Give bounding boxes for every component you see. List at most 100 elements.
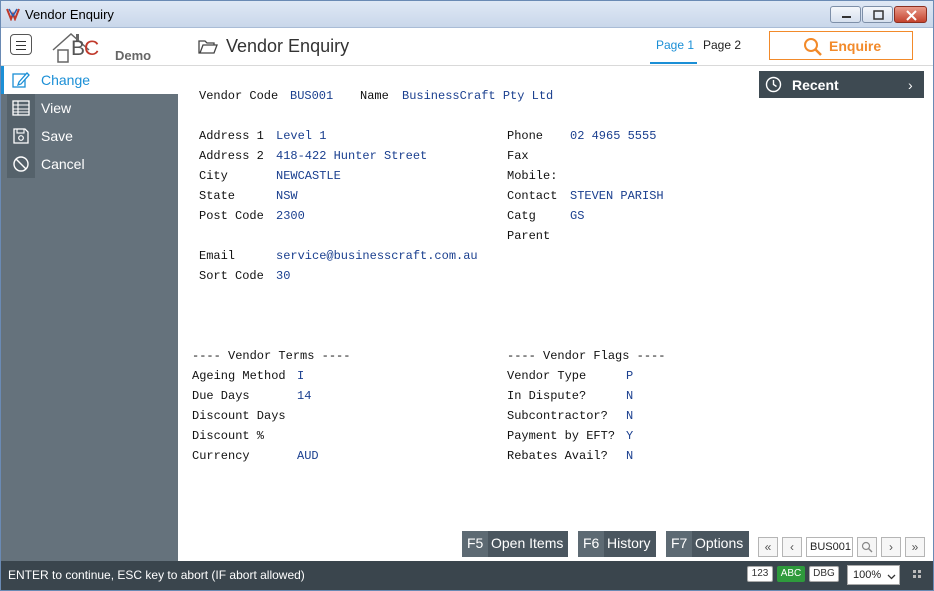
city-label: City xyxy=(199,169,228,183)
payment-eft-value: Y xyxy=(626,429,634,443)
text-mode-indicator[interactable]: ABC xyxy=(777,566,805,582)
address1-label: Address 1 xyxy=(199,129,264,143)
record-code-field[interactable]: BUS001 xyxy=(806,537,853,557)
debug-indicator[interactable]: DBG xyxy=(809,566,839,582)
app-logo-icon xyxy=(6,8,20,21)
clock-icon xyxy=(765,76,782,93)
maximize-button[interactable] xyxy=(862,6,893,23)
recent-label: Recent xyxy=(792,77,839,93)
floppy-icon xyxy=(13,128,29,144)
active-tab-indicator xyxy=(650,62,697,64)
numeric-mode-indicator[interactable]: 123 xyxy=(747,566,773,582)
hamburger-menu-button[interactable] xyxy=(10,34,32,55)
recent-panel-toggle[interactable]: Recent › xyxy=(759,71,924,98)
currency-value: AUD xyxy=(297,449,319,463)
zoom-select[interactable]: 100% xyxy=(847,565,900,585)
vendor-type-label: Vendor Type xyxy=(507,369,587,383)
state-label: State xyxy=(199,189,236,203)
enquire-button[interactable]: Enquire xyxy=(769,31,913,60)
close-icon xyxy=(906,10,917,21)
city-value: NEWCASTLE xyxy=(276,169,341,183)
ageing-method-label: Ageing Method xyxy=(192,369,286,383)
minimize-icon xyxy=(842,16,851,18)
catg-label: Catg xyxy=(507,209,536,223)
function-key-label: F7 xyxy=(666,531,693,557)
rebates-avail-value: N xyxy=(626,449,634,463)
state-value: NSW xyxy=(276,189,298,203)
sidebar-item-label: Change xyxy=(41,72,91,88)
email-label: Email xyxy=(199,249,236,263)
subcontractor-label: Subcontractor? xyxy=(507,409,608,423)
folder-open-icon xyxy=(198,40,218,54)
search-icon xyxy=(804,38,822,56)
resize-grip-icon[interactable] xyxy=(912,569,922,579)
due-days-label: Due Days xyxy=(192,389,250,403)
vendor-enquiry-window: Vendor Enquiry BC Demo Vendor Enquiry Pa… xyxy=(0,0,934,591)
sidebar-item-save[interactable]: Save xyxy=(1,122,178,150)
vendor-terms-heading: ---- Vendor Terms ---- xyxy=(192,349,351,363)
catg-value: GS xyxy=(570,209,585,223)
enquire-label: Enquire xyxy=(829,38,882,54)
postcode-label: Post Code xyxy=(199,209,264,223)
fax-label: Fax xyxy=(507,149,529,163)
phone-label: Phone xyxy=(507,129,544,143)
logo-text: BC xyxy=(71,37,99,60)
status-message: ENTER to continue, ESC key to abort (IF … xyxy=(8,568,305,582)
sortcode-label: Sort Code xyxy=(199,269,264,283)
history-button[interactable]: F6 History xyxy=(578,531,656,557)
in-dispute-label: In Dispute? xyxy=(507,389,587,403)
function-key-label: F6 xyxy=(578,531,605,557)
sidebar-item-change[interactable]: Change xyxy=(1,66,178,94)
demo-label: Demo xyxy=(115,48,152,63)
vendor-type-value: P xyxy=(626,369,634,383)
minimize-button[interactable] xyxy=(830,6,861,23)
tab-page-2[interactable]: Page 2 xyxy=(703,38,741,52)
mobile-label: Mobile: xyxy=(507,169,558,183)
close-button[interactable] xyxy=(894,6,927,23)
sidebar-item-label: View xyxy=(41,100,72,116)
contact-value: STEVEN PARISH xyxy=(570,189,664,203)
email-value: service@businesscraft.com.au xyxy=(276,249,478,263)
parent-label: Parent xyxy=(507,229,551,243)
sidebar-item-cancel[interactable]: Cancel xyxy=(1,150,178,178)
contact-label: Contact xyxy=(507,189,558,203)
vendor-code-label: Vendor Code xyxy=(199,89,279,103)
vendor-code-value: BUS001 xyxy=(290,89,334,103)
sidebar-item-label: Cancel xyxy=(41,156,85,172)
currency-label: Currency xyxy=(192,449,250,463)
options-button[interactable]: F7 Options xyxy=(666,531,749,557)
window-title: Vendor Enquiry xyxy=(25,7,114,22)
address1-value: Level 1 xyxy=(276,129,327,143)
function-label: History xyxy=(607,535,651,551)
app-header: BC Demo Vendor Enquiry Page 1 Page 2 Enq… xyxy=(1,28,933,66)
maximize-icon xyxy=(873,10,884,20)
due-days-value: 14 xyxy=(297,389,312,403)
status-bar: ENTER to continue, ESC key to abort (IF … xyxy=(1,561,933,590)
table-icon xyxy=(12,100,30,116)
payment-eft-label: Payment by EFT? xyxy=(507,429,616,443)
zoom-value: 100% xyxy=(853,569,882,581)
open-items-button[interactable]: F5 Open Items xyxy=(462,531,568,557)
vendor-name-value: BusinessCraft Pty Ltd xyxy=(402,89,554,103)
subcontractor-value: N xyxy=(626,409,634,423)
sortcode-value: 30 xyxy=(276,269,291,283)
postcode-value: 2300 xyxy=(276,209,305,223)
function-key-label: F5 xyxy=(462,531,489,557)
first-record-button[interactable]: « xyxy=(758,537,778,557)
next-record-button[interactable]: › xyxy=(881,537,901,557)
discount-days-label: Discount Days xyxy=(192,409,286,423)
address2-value: 418-422 Hunter Street xyxy=(276,149,428,163)
sidebar: Change View Save Cancel xyxy=(1,66,178,561)
last-record-button[interactable]: » xyxy=(905,537,925,557)
search-icon xyxy=(861,541,873,553)
previous-record-button[interactable]: ‹ xyxy=(782,537,802,557)
function-label: Options xyxy=(695,535,744,551)
lookup-button[interactable] xyxy=(857,537,877,557)
title-bar: Vendor Enquiry xyxy=(1,1,933,28)
sidebar-item-label: Save xyxy=(41,128,73,144)
function-label: Open Items xyxy=(491,535,564,551)
tab-page-1[interactable]: Page 1 xyxy=(656,38,694,52)
vendor-flags-heading: ---- Vendor Flags ---- xyxy=(507,349,666,363)
sidebar-item-view[interactable]: View xyxy=(1,94,178,122)
phone-value: 02 4965 5555 xyxy=(570,129,657,143)
